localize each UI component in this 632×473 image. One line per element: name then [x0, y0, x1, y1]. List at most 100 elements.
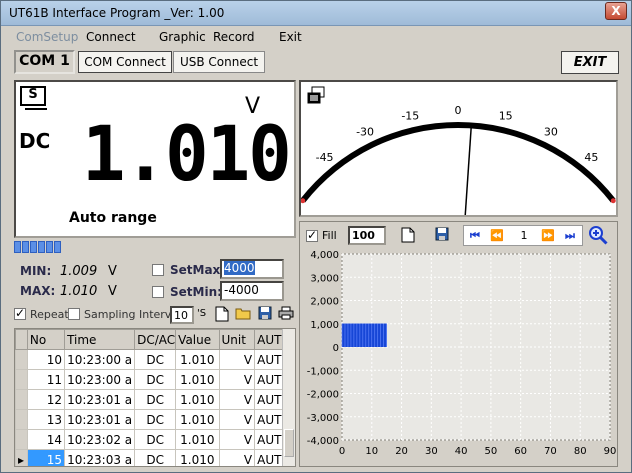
next-page-icon[interactable]: ⏩ — [538, 227, 558, 245]
cell-no[interactable]: 12 — [26, 389, 66, 410]
table-row[interactable]: 13 10:23:01 a DC 1.010 V AUTO — [15, 409, 295, 430]
table-header-row: No Time DC/AC Value Unit AUTO — [15, 329, 295, 350]
setmin-checkbox[interactable] — [152, 286, 164, 298]
cell-time[interactable]: 10:23:01 a — [64, 409, 136, 430]
menu-comsetup[interactable]: ComSetup — [16, 30, 78, 44]
table-scrollbar[interactable] — [282, 329, 295, 466]
cell-no[interactable]: 10 — [26, 349, 66, 370]
sampling-checkbox[interactable] — [68, 308, 80, 320]
row-header[interactable] — [15, 389, 28, 410]
cell-dcac[interactable]: DC — [134, 449, 177, 466]
menu-bar: ComSetup Connect Graphic Record Exit — [1, 27, 631, 46]
row-header[interactable] — [15, 349, 28, 370]
cell-value[interactable]: 1.010 — [175, 449, 220, 466]
setmin-input[interactable]: -4000 — [220, 281, 284, 301]
y-tick-label: -1,000 — [307, 366, 339, 377]
cell-no[interactable]: 15 — [26, 449, 66, 466]
meter-dial: -60-45-30-15015304560 — [301, 104, 616, 215]
meter-scale-label: -15 — [401, 109, 419, 122]
cell-dcac[interactable]: DC — [134, 409, 177, 430]
setmax-checkbox[interactable] — [152, 264, 164, 276]
cell-value[interactable]: 1.010 — [175, 429, 220, 450]
col-header-unit[interactable]: Unit — [218, 329, 256, 350]
com-port-button[interactable]: COM 1 — [14, 50, 75, 74]
menu-record[interactable]: Record — [213, 30, 254, 44]
save-icon[interactable] — [255, 306, 275, 324]
cell-no[interactable]: 13 — [26, 409, 66, 430]
meter-scale-label: 30 — [544, 125, 558, 138]
cell-no[interactable]: 11 — [26, 369, 66, 390]
cell-unit[interactable]: V — [218, 449, 256, 466]
x-tick-label: 80 — [574, 446, 587, 457]
cell-dcac[interactable]: DC — [134, 389, 177, 410]
table-row[interactable]: 12 10:23:01 a DC 1.010 V AUTO — [15, 389, 295, 410]
x-tick-label: 50 — [485, 446, 498, 457]
setmax-input[interactable]: 4000 — [220, 259, 284, 279]
interval-unit: 'S — [197, 308, 207, 319]
cell-dcac[interactable]: DC — [134, 429, 177, 450]
new-page-icon[interactable] — [398, 227, 418, 245]
meter-scale-label: 15 — [499, 109, 513, 122]
y-tick-label: -2,000 — [307, 390, 339, 401]
new-file-icon[interactable] — [212, 306, 232, 324]
x-tick-label: 60 — [514, 446, 527, 457]
cell-unit[interactable]: V — [218, 349, 256, 370]
col-header-dcac[interactable]: DC/AC — [134, 329, 177, 350]
scrollbar-thumb[interactable] — [284, 429, 294, 457]
cell-no[interactable]: 14 — [26, 429, 66, 450]
max-value: 1.010 — [60, 284, 98, 299]
digital-display: S V DC 1.010 Auto range — [14, 80, 296, 238]
exit-button[interactable]: EXIT — [561, 51, 619, 74]
open-folder-icon[interactable] — [233, 306, 253, 324]
interval-input[interactable]: 10 — [170, 306, 194, 324]
print-icon[interactable] — [276, 306, 296, 324]
x-tick-label: 70 — [544, 446, 557, 457]
save-mode-icon: S — [20, 86, 47, 110]
cell-value[interactable]: 1.010 — [175, 389, 220, 410]
row-header[interactable]: ▸ — [15, 449, 28, 466]
chart-save-icon[interactable] — [432, 227, 452, 245]
cell-dcac[interactable]: DC — [134, 349, 177, 370]
cell-time[interactable]: 10:23:01 a — [64, 389, 136, 410]
record-table[interactable]: No Time DC/AC Value Unit AUTO 10 10:23:00… — [14, 328, 296, 467]
cell-unit[interactable]: V — [218, 389, 256, 410]
y-tick-label: -4,000 — [307, 436, 339, 447]
cell-value[interactable]: 1.010 — [175, 409, 220, 430]
cell-time[interactable]: 10:23:02 a — [64, 429, 136, 450]
row-header[interactable] — [15, 369, 28, 390]
cell-value[interactable]: 1.010 — [175, 349, 220, 370]
cell-dcac[interactable]: DC — [134, 369, 177, 390]
row-header-corner — [15, 329, 28, 350]
repeat-checkbox[interactable] — [14, 306, 26, 320]
menu-graphic[interactable]: Graphic — [159, 30, 206, 44]
col-header-no[interactable]: No — [26, 329, 66, 350]
close-button[interactable]: X — [605, 2, 627, 20]
com-connect-button[interactable]: COM Connect — [78, 51, 172, 73]
cell-value[interactable]: 1.010 — [175, 369, 220, 390]
table-row[interactable]: 10 10:23:00 a DC 1.010 V AUTO — [15, 349, 295, 370]
table-row[interactable]: 14 10:23:02 a DC 1.010 V AUTO — [15, 429, 295, 450]
meter-scale-label: -45 — [316, 151, 334, 164]
cell-unit[interactable]: V — [218, 369, 256, 390]
col-header-time[interactable]: Time — [64, 329, 136, 350]
y-tick-label: 0 — [333, 343, 339, 354]
cell-time[interactable]: 10:23:03 a — [64, 449, 136, 466]
last-page-icon[interactable]: ⏭ — [560, 227, 580, 245]
row-header[interactable] — [15, 429, 28, 450]
table-row[interactable]: 11 10:23:00 a DC 1.010 V AUTO — [15, 369, 295, 390]
menu-exit[interactable]: Exit — [279, 30, 302, 44]
fill-checkbox[interactable] — [306, 228, 318, 242]
cell-unit[interactable]: V — [218, 429, 256, 450]
menu-connect[interactable]: Connect — [86, 30, 136, 44]
usb-connect-button[interactable]: USB Connect — [173, 51, 265, 73]
cell-time[interactable]: 10:23:00 a — [64, 369, 136, 390]
table-row[interactable]: ▸ 15 10:23:03 a DC 1.010 V AUTO — [15, 449, 295, 466]
cell-time[interactable]: 10:23:00 a — [64, 349, 136, 370]
first-page-icon[interactable]: ⏮ — [465, 227, 485, 245]
col-header-value[interactable]: Value — [175, 329, 220, 350]
zoom-icon[interactable] — [588, 225, 608, 245]
row-header[interactable] — [15, 409, 28, 430]
points-input[interactable]: 100 — [348, 226, 386, 245]
cell-unit[interactable]: V — [218, 409, 256, 430]
prev-page-icon[interactable]: ⏪ — [487, 227, 507, 245]
